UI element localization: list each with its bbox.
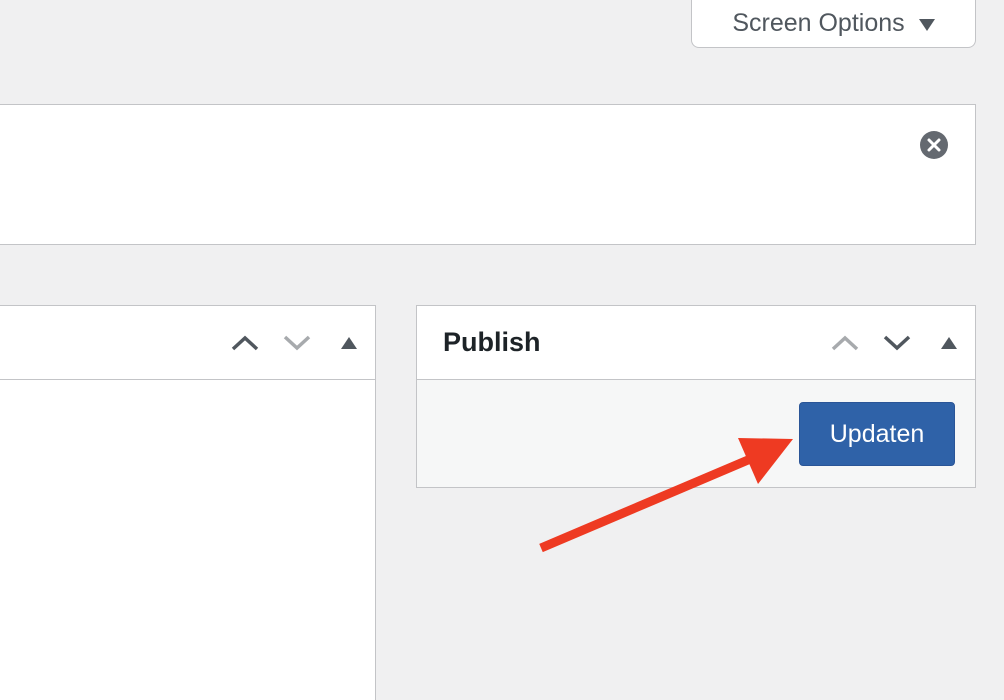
handle-actions [219, 306, 375, 380]
chevron-down-icon [283, 335, 311, 351]
update-button[interactable]: Updaten [799, 402, 955, 466]
chevron-down-icon [883, 335, 911, 351]
left-postbox [0, 305, 376, 700]
collapse-toggle-button[interactable] [323, 306, 375, 380]
publish-actions: Updaten [417, 380, 975, 487]
postbox-header [0, 306, 375, 380]
wp-admin-screen: Screen Options Publish Updaten [0, 0, 1004, 700]
chevron-up-icon [831, 335, 859, 351]
screen-options-button[interactable]: Screen Options [691, 0, 976, 48]
publish-header: Publish [417, 306, 975, 380]
move-down-button[interactable] [271, 306, 323, 380]
admin-notice [0, 104, 976, 245]
dismiss-icon[interactable] [920, 131, 948, 159]
triangle-up-icon [941, 337, 957, 349]
triangle-up-icon [341, 337, 357, 349]
move-down-button[interactable] [871, 306, 923, 380]
move-up-button[interactable] [219, 306, 271, 380]
publish-postbox: Publish Updaten [416, 305, 976, 488]
handle-actions [819, 306, 975, 380]
publish-title: Publish [443, 327, 541, 357]
collapse-toggle-button[interactable] [923, 306, 975, 380]
chevron-up-icon [231, 335, 259, 351]
move-up-button[interactable] [819, 306, 871, 380]
caret-down-icon [918, 18, 935, 31]
screen-options-label: Screen Options [732, 9, 905, 37]
